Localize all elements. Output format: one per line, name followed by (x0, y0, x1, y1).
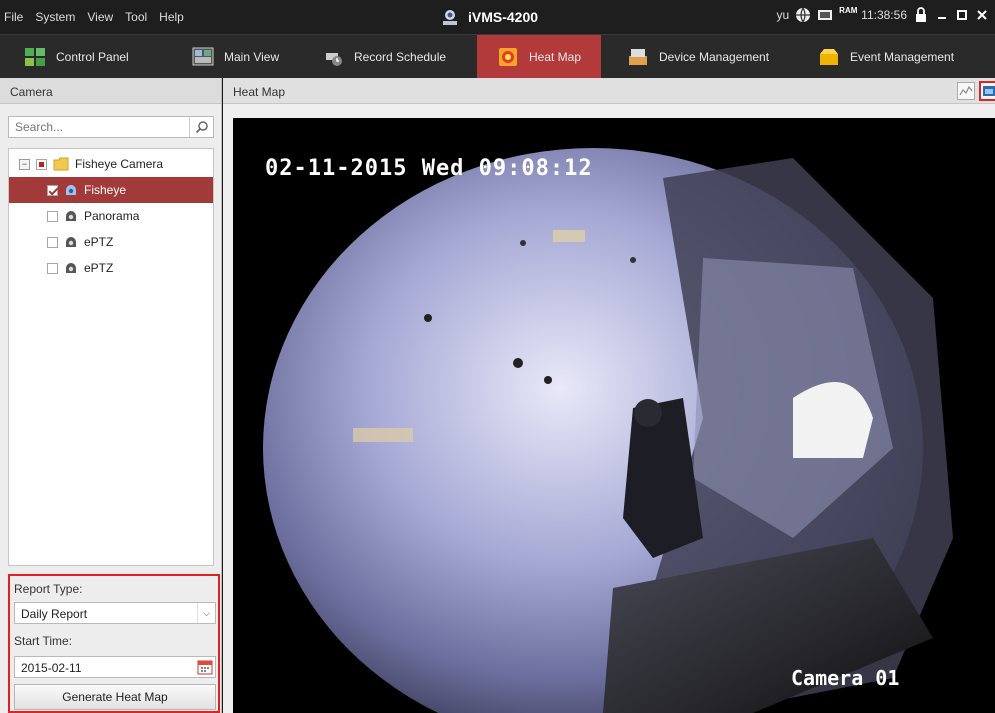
camera-search-box (8, 116, 214, 138)
camera-icon (66, 211, 76, 221)
start-time-label: Start Time: (14, 634, 73, 648)
tab-main-view[interactable]: Main View (192, 35, 279, 79)
tab-label: Heat Map (529, 50, 582, 64)
module-tab-bar: Control Panel Main View Record Schedule … (0, 34, 995, 79)
video-timestamp: 02-11-2015 Wed 09:08:12 (265, 156, 593, 181)
search-icon (195, 121, 208, 134)
maximize-icon (957, 10, 967, 20)
app-logo-icon (443, 10, 457, 25)
camera-checkbox[interactable] (47, 236, 58, 248)
app-title-area: iVMS-4200 (440, 4, 538, 30)
camera-tree: − Fisheye Camera Fisheye Panorama ePTZ e… (8, 148, 214, 566)
report-settings-box: Report Type: Daily Report ⌵ Start Time: … (8, 574, 220, 713)
menu-system[interactable]: System (35, 10, 75, 24)
heat-map-icon (499, 48, 517, 66)
tree-node-panorama[interactable]: Panorama (9, 203, 213, 229)
report-type-value: Daily Report (21, 607, 88, 621)
tab-control-panel[interactable]: Control Panel (24, 35, 129, 79)
collapse-toggle[interactable]: − (19, 158, 30, 170)
tab-label: Device Management (659, 50, 770, 64)
camera-icon (66, 263, 76, 273)
tree-label: Panorama (84, 209, 140, 223)
generate-heat-map-button[interactable]: Generate Heat Map (14, 684, 216, 710)
tree-node-fisheye-camera[interactable]: − Fisheye Camera (9, 151, 213, 177)
tree-label: ePTZ (84, 261, 114, 275)
clock: 11:38:56 (861, 8, 907, 22)
generate-heat-map-label: Generate Heat Map (62, 690, 168, 704)
main-view-icon (192, 47, 214, 66)
lock-icon[interactable] (913, 7, 929, 23)
minimize-button[interactable] (935, 8, 949, 22)
tree-node-eptz-1[interactable]: ePTZ (9, 229, 213, 255)
minimize-icon (938, 17, 946, 19)
tab-record-schedule[interactable]: Record Schedule (322, 35, 446, 79)
fisheye-image (263, 148, 953, 713)
user-name: yu (776, 8, 790, 22)
menu-bar: File System View Tool Help (4, 10, 184, 24)
maximize-button[interactable] (955, 8, 969, 22)
video-camera-label: Camera 01 (791, 666, 900, 690)
heat-map-header: Heat Map (223, 78, 995, 104)
cpu-icon (818, 10, 833, 20)
status-area: yu RAM 11:38:56 (776, 7, 989, 23)
app-title: iVMS-4200 (468, 9, 539, 25)
tab-label: Main View (224, 50, 280, 64)
ram-label: RAM (839, 6, 858, 15)
camera-checkbox[interactable] (47, 262, 58, 274)
group-checkbox[interactable] (36, 158, 47, 170)
tab-heat-map[interactable]: Heat Map (477, 35, 601, 79)
device-management-icon (629, 49, 647, 65)
close-button[interactable] (975, 8, 989, 22)
camera-panel: Camera − Fisheye Camera Fisheye (0, 78, 222, 713)
tree-node-eptz-2[interactable]: ePTZ (9, 255, 213, 281)
tab-label: Event Management (850, 50, 955, 64)
chart-view-button[interactable] (957, 82, 975, 100)
tree-label: Fisheye Camera (75, 157, 164, 171)
record-schedule-icon (326, 53, 342, 66)
title-bar: File System View Tool Help iVMS-4200 yu … (0, 0, 995, 34)
network-icon (796, 7, 811, 23)
camera-icon (66, 185, 76, 195)
camera-panel-header: Camera (0, 78, 221, 104)
camera-search-input[interactable] (9, 117, 187, 137)
control-panel-icon (25, 48, 45, 66)
menu-view[interactable]: View (87, 10, 113, 24)
heat-map-video[interactable]: 02-11-2015 Wed 09:08:12 Camera 01 (233, 118, 995, 713)
start-time-value: 2015-02-11 (21, 661, 82, 675)
tab-label: Record Schedule (354, 50, 447, 64)
menu-help[interactable]: Help (159, 10, 184, 24)
ram-icon: RAM (839, 6, 858, 23)
chevron-down-icon: ⌵ (197, 603, 215, 623)
tab-label: Control Panel (56, 50, 129, 64)
start-time-input[interactable]: 2015-02-11 (14, 656, 216, 678)
report-type-select[interactable]: Daily Report ⌵ (14, 602, 216, 624)
calendar-icon[interactable] (197, 659, 213, 675)
camera-checkbox[interactable] (47, 184, 58, 196)
line-chart-icon (959, 85, 973, 96)
heat-map-title: Heat Map (233, 85, 286, 99)
image-view-button[interactable] (979, 81, 995, 101)
menu-file[interactable]: File (4, 10, 23, 24)
heat-map-panel: Heat Map 02-11-2015 Wed 09:08:12 Camera … (223, 78, 995, 713)
image-view-icon (983, 86, 995, 96)
menu-tool[interactable]: Tool (125, 10, 147, 24)
tree-label: ePTZ (84, 235, 114, 249)
camera-icon (66, 237, 76, 247)
tree-node-fisheye[interactable]: Fisheye (9, 177, 213, 203)
tab-event-management[interactable]: Event Management (818, 35, 954, 79)
close-icon (977, 10, 987, 20)
camera-checkbox[interactable] (47, 210, 58, 222)
tab-device-management[interactable]: Device Management (627, 35, 769, 79)
report-type-label: Report Type: (14, 582, 83, 596)
folder-icon (53, 157, 69, 171)
search-button[interactable] (189, 117, 213, 137)
tree-label: Fisheye (84, 183, 127, 197)
event-management-icon (820, 49, 838, 65)
